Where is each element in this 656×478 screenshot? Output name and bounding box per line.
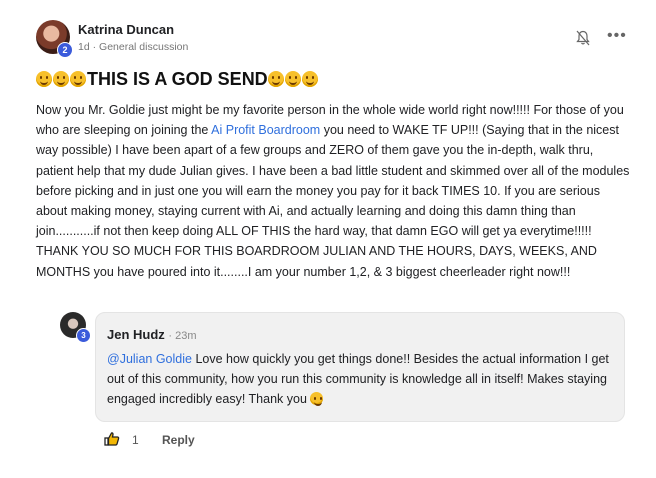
post-body-text-2: you need to WAKE TF UP!!! (Saying that i… [36,123,630,279]
comment-bubble: Jen Hudz · 23m @Julian Goldie Love how q… [95,312,625,422]
comment-time: · 23m [168,330,197,342]
boardroom-link[interactable]: Ai Profit Boardroom [211,123,320,137]
like-count: 1 [132,433,139,447]
smile-emoji-icon [267,71,284,87]
post-body: Now you Mr. Goldie just might be my favo… [36,100,632,282]
post-title-text: THIS IS A GOD SEND [87,69,268,89]
comment-text: @Julian Goldie Love how quickly you get … [107,349,617,409]
post-header: 2 Katrina Duncan 1d · General discussion… [36,18,636,58]
smile-emoji-icon [70,71,86,87]
reply-button[interactable]: Reply [162,433,195,447]
post-title: THIS IS A GOD SEND [36,69,636,90]
comment-author-name[interactable]: Jen Hudz [107,327,165,342]
thumbs-up-icon[interactable] [104,431,120,447]
smile-emoji-icon [53,71,69,87]
level-badge: 2 [57,42,73,58]
smile-emoji-icon [310,392,324,406]
smile-emoji-icon [284,71,301,87]
more-options-icon[interactable]: ••• [607,28,627,44]
bell-off-icon[interactable] [576,30,590,46]
author-name[interactable]: Katrina Duncan [78,22,174,37]
post-meta: 1d · General discussion [78,41,188,53]
post-time: 1d [78,41,90,53]
comment-author: Jen Hudz · 23m [107,327,197,342]
meta-separator: · [92,41,97,53]
comment-level-badge: 3 [76,328,91,343]
post-category[interactable]: General discussion [99,41,188,53]
mention-link[interactable]: @Julian Goldie [107,352,192,366]
smile-emoji-icon [301,71,318,87]
smile-emoji-icon [36,71,52,87]
